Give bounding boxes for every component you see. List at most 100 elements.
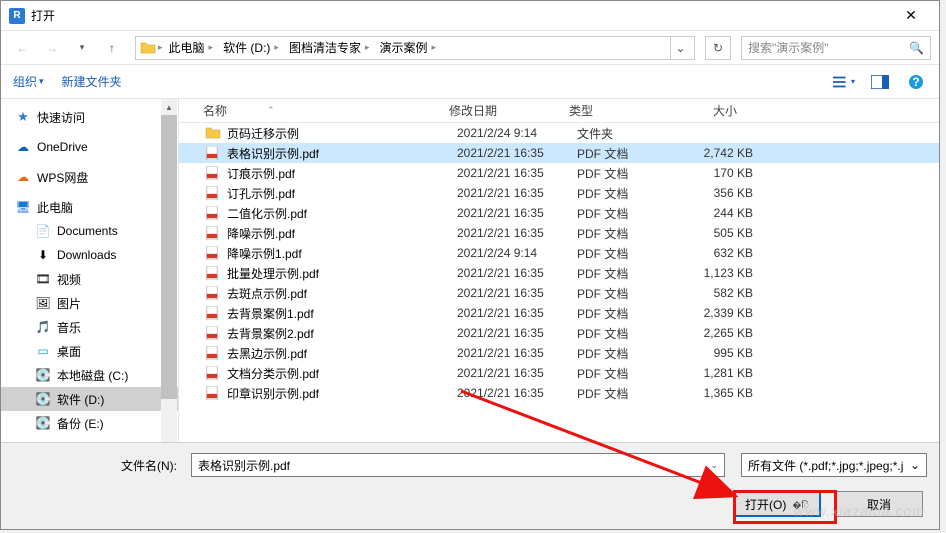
- file-date: 2021/2/21 16:35: [457, 386, 577, 400]
- sidebar-disk-c[interactable]: 💽本地磁盘 (C:): [1, 363, 178, 387]
- recent-dropdown[interactable]: ▾: [69, 36, 95, 60]
- file-row[interactable]: 降噪示例1.pdf2021/2/24 9:14PDF 文档632 KB: [179, 243, 939, 263]
- sidebar-wps[interactable]: ☁WPS网盘: [1, 165, 178, 189]
- filename-input[interactable]: 表格识别示例.pdf ⌄: [191, 453, 725, 477]
- pdf-file-icon: [205, 205, 221, 221]
- file-row[interactable]: 去黑边示例.pdf2021/2/21 16:35PDF 文档995 KB: [179, 343, 939, 363]
- col-name[interactable]: 名称: [203, 102, 227, 119]
- up-button[interactable]: ↑: [99, 36, 125, 60]
- file-name: 二值化示例.pdf: [227, 205, 457, 222]
- file-date: 2021/2/21 16:35: [457, 366, 577, 380]
- sidebar-scrollbar[interactable]: ▲ ▼: [161, 99, 177, 461]
- file-date: 2021/2/24 9:14: [457, 126, 577, 140]
- dialog-body: ★快速访问 ☁OneDrive ☁WPS网盘 🖥此电脑 📄Documents ⬇…: [1, 99, 939, 461]
- sidebar-onedrive[interactable]: ☁OneDrive: [1, 135, 178, 159]
- pdf-file-icon: [205, 285, 221, 301]
- chevron-down-icon[interactable]: ⌄: [910, 458, 920, 472]
- close-button[interactable]: ✕: [891, 7, 931, 24]
- help-button[interactable]: ?: [905, 73, 927, 91]
- file-name: 页码迁移示例: [227, 125, 457, 142]
- col-size[interactable]: 大小: [665, 102, 765, 119]
- file-row[interactable]: 去斑点示例.pdf2021/2/21 16:35PDF 文档582 KB: [179, 283, 939, 303]
- sidebar-downloads[interactable]: ⬇Downloads: [1, 243, 178, 267]
- file-row[interactable]: 表格识别示例.pdf2021/2/21 16:35PDF 文档2,742 KB: [179, 143, 939, 163]
- organize-menu[interactable]: 组织 ▾: [13, 73, 44, 90]
- file-name: 去背景案例2.pdf: [227, 325, 457, 342]
- file-row[interactable]: 降噪示例.pdf2021/2/21 16:35PDF 文档505 KB: [179, 223, 939, 243]
- file-row[interactable]: 订痕示例.pdf2021/2/21 16:35PDF 文档170 KB: [179, 163, 939, 183]
- filename-value: 表格识别示例.pdf: [198, 457, 290, 474]
- crumb-drive[interactable]: 软件 (D:)▸: [219, 39, 283, 56]
- preview-pane-button[interactable]: [869, 73, 891, 91]
- crumb-pc[interactable]: 此电脑▸: [165, 39, 218, 56]
- file-date: 2021/2/21 16:35: [457, 286, 577, 300]
- chevron-down-icon[interactable]: ⌄: [710, 460, 718, 471]
- sidebar-disk-d[interactable]: 💽软件 (D:): [1, 387, 178, 411]
- file-row[interactable]: 去背景案例1.pdf2021/2/21 16:35PDF 文档2,339 KB: [179, 303, 939, 323]
- sidebar-videos[interactable]: 🎞视频: [1, 267, 178, 291]
- file-type: PDF 文档: [577, 345, 673, 362]
- column-headers[interactable]: 名称⌃ 修改日期 类型 大小: [179, 99, 939, 123]
- file-date: 2021/2/21 16:35: [457, 326, 577, 340]
- breadcrumb-dropdown[interactable]: ⌄: [670, 37, 690, 59]
- file-type: PDF 文档: [577, 245, 673, 262]
- file-type: 文件夹: [577, 125, 673, 142]
- file-row[interactable]: 去背景案例2.pdf2021/2/21 16:35PDF 文档2,265 KB: [179, 323, 939, 343]
- pdf-file-icon: [205, 345, 221, 361]
- col-type[interactable]: 类型: [569, 102, 665, 119]
- file-type: PDF 文档: [577, 205, 673, 222]
- file-row[interactable]: 页码迁移示例2021/2/24 9:14文件夹: [179, 123, 939, 143]
- scroll-up-icon[interactable]: ▲: [161, 99, 177, 115]
- file-row[interactable]: 文档分类示例.pdf2021/2/21 16:35PDF 文档1,281 KB: [179, 363, 939, 383]
- sidebar-music[interactable]: 🎵音乐: [1, 315, 178, 339]
- view-options-button[interactable]: ▾: [833, 73, 855, 91]
- file-row[interactable]: 印章识别示例.pdf2021/2/21 16:35PDF 文档1,365 KB: [179, 383, 939, 403]
- search-input[interactable]: 搜索"演示案例" 🔍: [741, 36, 931, 60]
- sidebar-desktop[interactable]: ▭桌面: [1, 339, 178, 363]
- sidebar-disk-e[interactable]: 💽备份 (E:): [1, 411, 178, 435]
- sidebar-quick-access[interactable]: ★快速访问: [1, 105, 178, 129]
- file-row[interactable]: 订孔示例.pdf2021/2/21 16:35PDF 文档356 KB: [179, 183, 939, 203]
- crumb-folder2[interactable]: 演示案例▸: [375, 39, 440, 56]
- file-date: 2021/2/21 16:35: [457, 206, 577, 220]
- sidebar-pictures[interactable]: 🖼图片: [1, 291, 178, 315]
- sidebar-documents[interactable]: 📄Documents: [1, 219, 178, 243]
- col-date[interactable]: 修改日期: [449, 102, 569, 119]
- file-size: 1,281 KB: [673, 366, 773, 380]
- folder-icon: [205, 125, 221, 141]
- breadcrumb[interactable]: ▸ 此电脑▸ 软件 (D:)▸ 图档清洁专家▸ 演示案例▸ ⌄: [135, 36, 695, 60]
- forward-button[interactable]: →: [39, 36, 65, 60]
- file-size: 995 KB: [673, 346, 773, 360]
- back-button[interactable]: ←: [9, 36, 35, 60]
- pdf-file-icon: [205, 185, 221, 201]
- file-name: 去斑点示例.pdf: [227, 285, 457, 302]
- file-type: PDF 文档: [577, 385, 673, 402]
- file-row[interactable]: 二值化示例.pdf2021/2/21 16:35PDF 文档244 KB: [179, 203, 939, 223]
- file-name: 表格识别示例.pdf: [227, 145, 457, 162]
- window-title: 打开: [31, 7, 55, 24]
- pdf-file-icon: [205, 265, 221, 281]
- file-type: PDF 文档: [577, 185, 673, 202]
- pdf-file-icon: [205, 325, 221, 341]
- file-date: 2021/2/24 9:14: [457, 246, 577, 260]
- file-size: 1,123 KB: [673, 266, 773, 280]
- file-name: 订痕示例.pdf: [227, 165, 457, 182]
- file-size: 1,365 KB: [673, 386, 773, 400]
- file-size: 2,339 KB: [673, 306, 773, 320]
- sidebar: ★快速访问 ☁OneDrive ☁WPS网盘 🖥此电脑 📄Documents ⬇…: [1, 99, 179, 461]
- file-name: 降噪示例.pdf: [227, 225, 457, 242]
- new-folder-button[interactable]: 新建文件夹: [62, 73, 122, 90]
- file-type: PDF 文档: [577, 305, 673, 322]
- file-name: 订孔示例.pdf: [227, 185, 457, 202]
- sidebar-this-pc[interactable]: 🖥此电脑: [1, 195, 178, 219]
- file-type-filter[interactable]: 所有文件 (*.pdf;*.jpg;*.jpeg;*.j ⌄: [741, 453, 927, 477]
- crumb-folder1[interactable]: 图档清洁专家▸: [285, 39, 374, 56]
- refresh-button[interactable]: ↻: [705, 36, 731, 60]
- file-type: PDF 文档: [577, 265, 673, 282]
- file-size: 505 KB: [673, 226, 773, 240]
- file-size: 2,742 KB: [673, 146, 773, 160]
- file-size: 170 KB: [673, 166, 773, 180]
- file-row[interactable]: 批量处理示例.pdf2021/2/21 16:35PDF 文档1,123 KB: [179, 263, 939, 283]
- file-date: 2021/2/21 16:35: [457, 346, 577, 360]
- file-type: PDF 文档: [577, 145, 673, 162]
